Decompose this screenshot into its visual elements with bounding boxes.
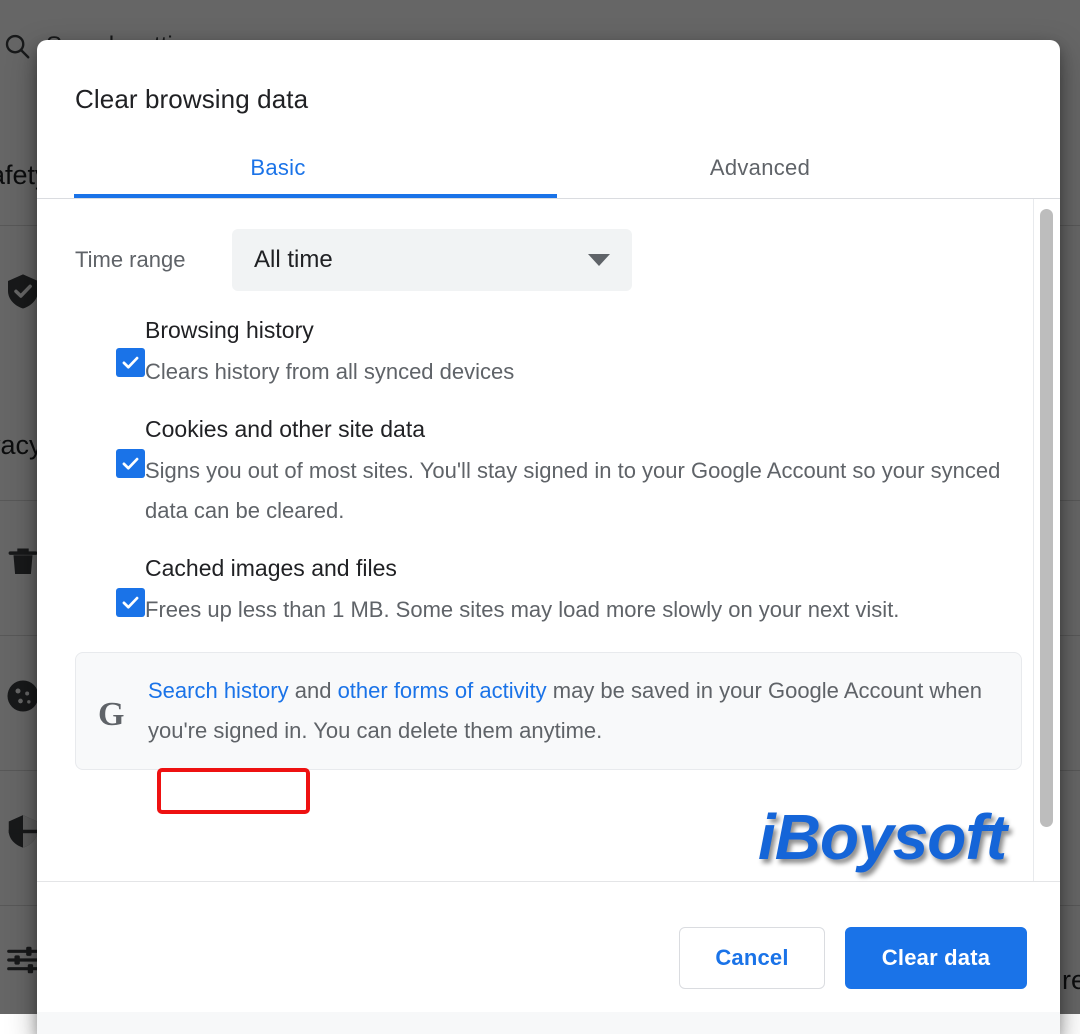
time-range-row: Time range All time [75, 229, 1022, 291]
google-account-info-card: G Search history and other forms of acti… [75, 652, 1022, 770]
info-card-text: Search history and other forms of activi… [148, 671, 1001, 751]
checkbox-browsing-history[interactable] [116, 348, 145, 377]
tab-advanced[interactable]: Advanced [519, 137, 1001, 198]
item-description: Signs you out of most sites. You'll stay… [145, 451, 1012, 531]
tab-basic[interactable]: Basic [37, 137, 519, 198]
scrollbar-thumb[interactable] [1040, 209, 1053, 827]
search-history-link[interactable]: Search history [148, 678, 289, 703]
scrollbar-track[interactable] [1033, 199, 1060, 881]
checkbox-text: Browsing history Clears history from all… [145, 315, 1022, 392]
checkbox-cached-images[interactable] [116, 588, 145, 617]
time-range-value: All time [254, 246, 333, 274]
tab-active-indicator [74, 194, 557, 198]
dialog-footer: Cancel Clear data [37, 882, 1060, 1034]
checkbox-item-cookies[interactable]: Cookies and other site data Signs you ou… [75, 414, 1022, 531]
dialog-content: Time range All time [37, 229, 1060, 770]
checkbox-item-browsing-history[interactable]: Browsing history Clears history from all… [75, 315, 1022, 392]
time-range-select[interactable]: All time [232, 229, 632, 291]
info-text-part-1: and [289, 678, 338, 703]
checkbox-cookies[interactable] [116, 449, 145, 478]
other-activity-link[interactable]: other forms of activity [338, 678, 547, 703]
chevron-down-icon [588, 254, 610, 266]
checkbox-text: Cached images and files Frees up less th… [145, 553, 1022, 630]
checkbox-wrap [75, 553, 145, 617]
data-type-list: Browsing history Clears history from all… [75, 315, 1022, 630]
dialog-scroll-body[interactable]: Time range All time [37, 199, 1060, 882]
item-description: Frees up less than 1 MB. Some sites may … [145, 590, 1012, 630]
checkbox-wrap [75, 315, 145, 377]
time-range-label: Time range [75, 247, 232, 273]
cancel-button[interactable]: Cancel [679, 927, 825, 989]
dialog-bottom-strip [37, 1012, 1060, 1034]
item-title: Cached images and files [145, 553, 1012, 583]
item-title: Browsing history [145, 315, 1012, 345]
checkbox-wrap [75, 414, 145, 478]
dialog-tabs: Basic Advanced [37, 137, 1060, 199]
google-g-icon: G [98, 690, 148, 732]
clear-data-button[interactable]: Clear data [845, 927, 1027, 989]
checkbox-item-cached-images[interactable]: Cached images and files Frees up less th… [75, 553, 1022, 630]
clear-browsing-data-dialog: Clear browsing data Basic Advanced Time … [37, 40, 1060, 1034]
item-description: Clears history from all synced devices [145, 352, 1012, 392]
checkbox-text: Cookies and other site data Signs you ou… [145, 414, 1022, 531]
item-title: Cookies and other site data [145, 414, 1012, 444]
dialog-title: Clear browsing data [37, 40, 1060, 115]
